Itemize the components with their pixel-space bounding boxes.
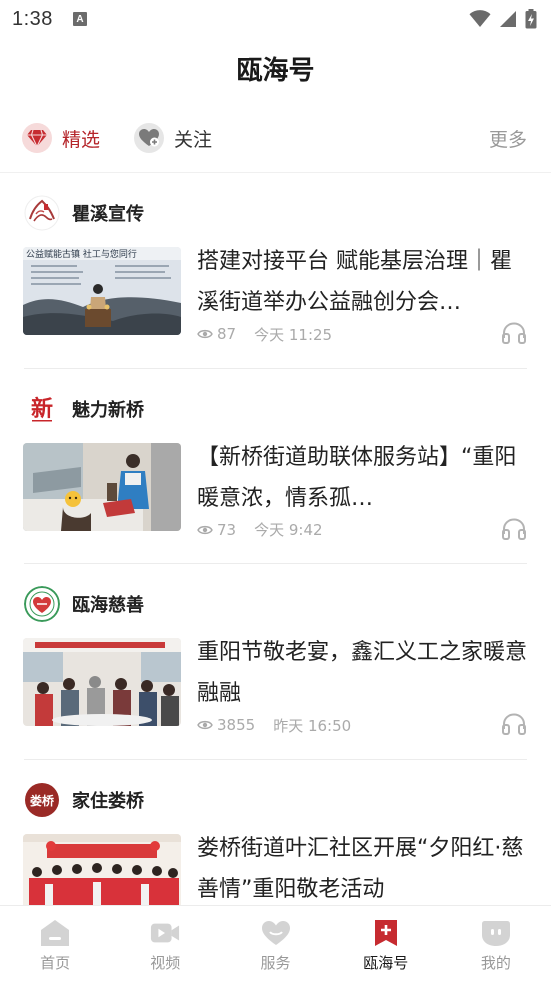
svg-text:新: 新 [31,396,53,422]
article-title[interactable]: 【新桥街道助联体服务站】“重阳暖意浓，情系孤… [197,437,527,519]
nav-mine[interactable]: 我的 [441,906,551,981]
battery-charging-icon [525,9,537,29]
article-title[interactable]: 重阳节敬老宴，鑫汇义工之家暖意融融 [197,632,527,714]
article-feed: 瞿溪宣传 公益赋能古镇 社工与您同行 搭建对接平台 赋能基层治理｜瞿溪街道举办公… [0,173,551,955]
article-thumbnail[interactable]: 公益赋能古镇 社工与您同行 [23,247,181,335]
heart-plus-icon [134,123,164,153]
bookmark-plus-icon [371,918,401,948]
article-card[interactable]: 瞿溪宣传 公益赋能古镇 社工与您同行 搭建对接平台 赋能基层治理｜瞿溪街道举办公… [0,173,551,369]
headphones-icon[interactable] [501,517,527,545]
nav-home[interactable]: 首页 [0,906,110,981]
source-name: 家住娄桥 [72,790,144,812]
status-icons [469,9,537,29]
svg-text:娄桥: 娄桥 [30,793,55,808]
source-row[interactable]: 娄桥 家住娄桥 [24,782,144,818]
nav-video[interactable]: 视频 [110,906,220,981]
publish-time: 昨天 16:50 [273,716,352,735]
article-card[interactable]: 瓯海慈善 重阳节敬老宴，鑫汇义工之家暖意融融 3855 昨天 16:50 [0,564,551,760]
nav-service-label: 服务 [260,954,291,972]
eye-icon [197,720,213,730]
bottom-nav: 首页 视频 服务 瓯海号 我的 [0,905,551,981]
article-title[interactable]: 搭建对接平台 赋能基层治理｜瞿溪街道举办公益融创分会… [197,241,527,323]
source-name: 瓯海慈善 [72,595,144,616]
nav-home-label: 首页 [40,954,71,972]
headphones-icon[interactable] [501,321,527,349]
nav-ouhaihao[interactable]: 瓯海号 [331,906,441,981]
source-logo [24,586,60,622]
wifi-icon [469,10,491,27]
headphones-icon[interactable] [501,712,527,740]
signal-icon [500,11,516,27]
tab-follow[interactable]: 关注 [134,118,212,158]
article-thumbnail[interactable] [23,442,181,531]
nav-service[interactable]: 服务 [220,906,330,981]
source-row[interactable]: 瞿溪宣传 [24,195,144,231]
channel-tabs: 精选 关注 更多 [0,118,551,158]
home-icon [40,918,70,948]
source-name: 瞿溪宣传 [72,204,144,225]
view-count: 87 [217,325,237,343]
status-bar: 1:38 A [0,0,551,38]
page-title: 瓯海号 [236,56,315,86]
source-logo [24,195,60,231]
publish-time: 今天 11:25 [254,325,333,344]
publish-time: 今天 9:42 [254,521,323,539]
nav-ouhaihao-label: 瓯海号 [363,954,409,972]
diamond-icon [22,123,52,153]
notification-a-icon: A [72,12,87,26]
article-meta: 73 今天 9:42 [197,519,323,541]
source-logo: 新 [24,391,60,427]
article-thumbnail[interactable] [23,638,181,726]
article-card[interactable]: 新 魅力新桥 【新桥街道助联体服务站】“重阳暖意浓，情系孤… 73 今天 9:4… [0,369,551,564]
article-meta: 87 今天 11:25 [197,323,332,345]
tab-featured-label: 精选 [62,128,101,151]
eye-icon [197,525,213,534]
thumb-caption: 公益赋能古镇 社工与您同行 [26,248,137,260]
tab-follow-label: 关注 [174,128,213,151]
source-row[interactable]: 新 魅力新桥 [24,391,144,427]
article-title[interactable]: 娄桥街道叶汇社区开展“夕阳红·慈善情”重阳敬老活动 [197,828,527,910]
heart-icon [261,918,291,948]
source-name: 魅力新桥 [72,399,144,421]
video-icon [150,918,180,948]
eye-icon [197,329,213,339]
more-link[interactable]: 更多 [489,118,527,158]
source-row[interactable]: 瓯海慈善 [24,586,144,622]
source-logo: 娄桥 [24,782,60,818]
nav-video-label: 视频 [150,954,181,972]
nav-mine-label: 我的 [480,954,511,972]
tab-featured[interactable]: 精选 [22,118,100,158]
view-count: 73 [217,520,237,539]
view-count: 3855 [217,716,256,734]
status-time: 1:38 [12,7,53,30]
profile-icon [481,918,511,948]
article-meta: 3855 昨天 16:50 [197,714,351,736]
